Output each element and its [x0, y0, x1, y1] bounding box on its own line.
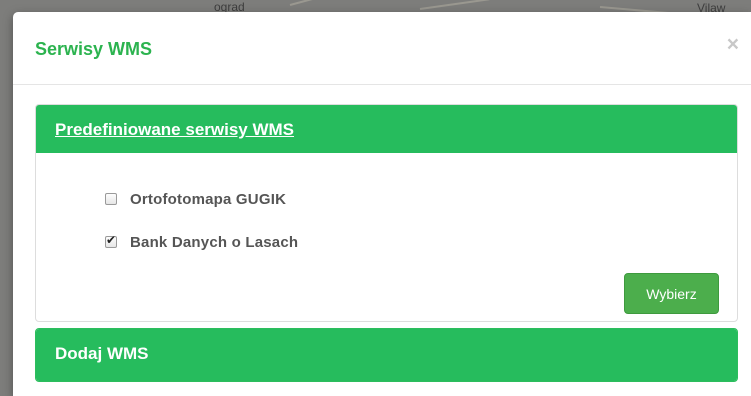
map-road: [289, 0, 349, 6]
predefined-wms-panel: Predefiniowane serwisy WMS Ortofotomapa …: [35, 104, 738, 322]
add-wms-panel: Dodaj WMS: [35, 328, 738, 382]
modal-title: Serwisy WMS: [35, 39, 153, 59]
wybierz-button[interactable]: Wybierz: [624, 273, 719, 314]
wms-modal: Serwisy WMS × Predefiniowane serwisy WMS…: [13, 12, 751, 396]
add-wms-title: Dodaj WMS: [55, 344, 149, 363]
panel-heading[interactable]: Dodaj WMS: [36, 329, 737, 381]
wms-option-ortofotomapa: Ortofotomapa GUGIK: [105, 190, 286, 208]
wms-option-bank-danych: ✔ Bank Danych o Lasach: [105, 233, 298, 251]
bank-danych-checkbox[interactable]: ✔: [105, 233, 117, 248]
map-road: [419, 0, 490, 10]
modal-header: Serwisy WMS ×: [13, 12, 751, 85]
panel-heading: Predefiniowane serwisy WMS: [36, 105, 737, 153]
predefined-wms-toggle-link[interactable]: Predefiniowane serwisy WMS: [55, 120, 294, 140]
ortofotomapa-checkbox[interactable]: [105, 193, 117, 205]
option-label: Bank Danych o Lasach: [130, 233, 299, 251]
checkmark-icon: ✔: [106, 233, 117, 247]
option-label: Ortofotomapa GUGIK: [130, 190, 287, 208]
close-icon[interactable]: ×: [727, 34, 739, 55]
